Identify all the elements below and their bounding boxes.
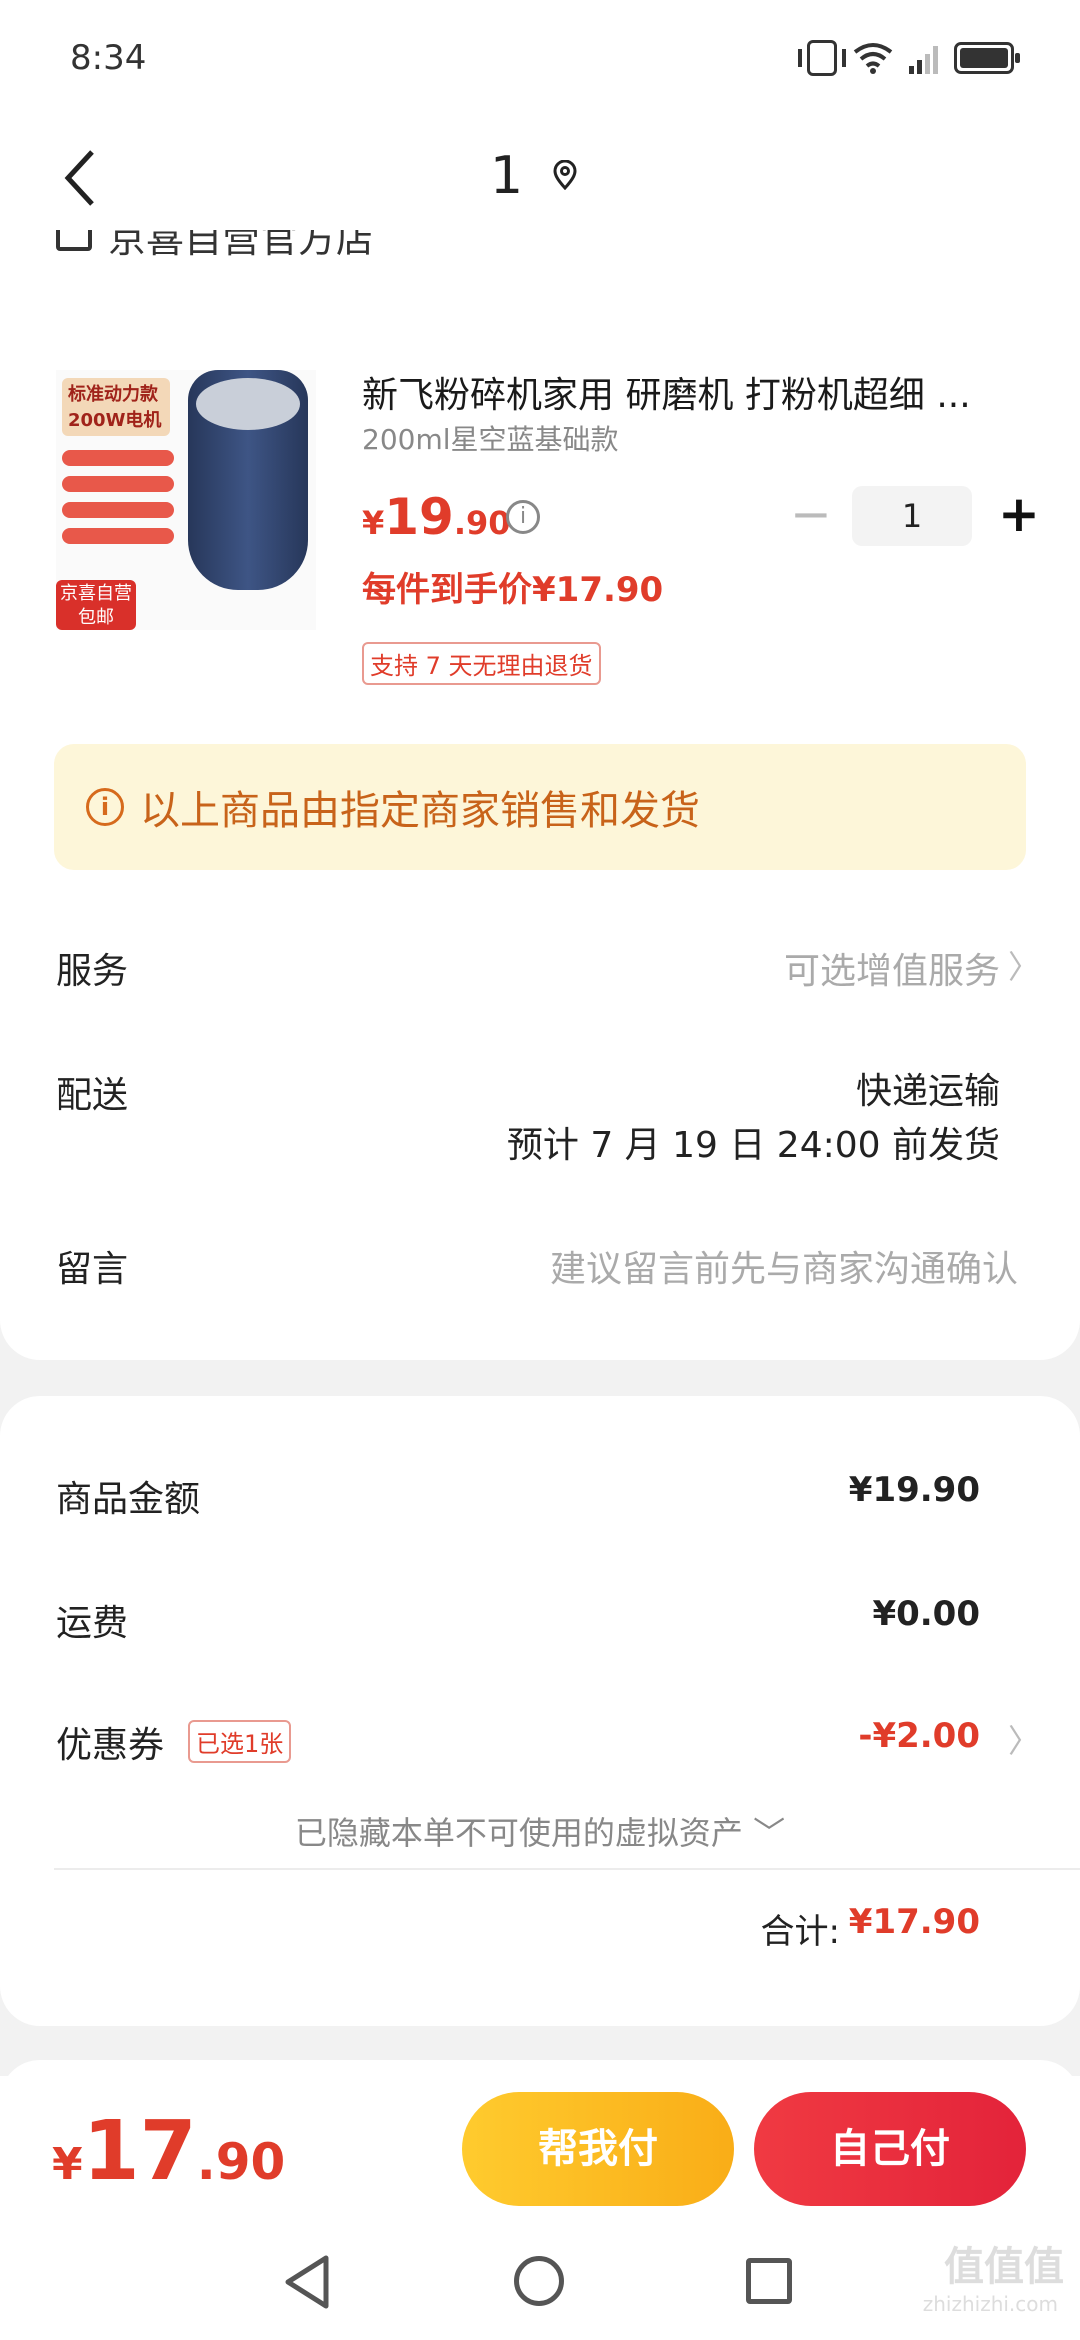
battery-icon xyxy=(954,42,1020,74)
hidden-assets-toggle[interactable]: 已隐藏本单不可使用的虚拟资产 ﹀ xyxy=(0,1808,1080,1854)
pay-bar: ¥17.90 帮我付 自己付 xyxy=(0,2076,1080,2224)
message-input[interactable]: 建议留言前先与商家沟通确认 xyxy=(550,1240,1018,1292)
grinder-picture xyxy=(188,370,308,590)
coupon-label: 优惠券 xyxy=(56,1725,165,1766)
top-nav: 1 xyxy=(0,120,1080,230)
chevron-right-icon[interactable]: 〉 xyxy=(1008,942,1040,988)
qty-minus-button[interactable]: − xyxy=(790,486,832,546)
order-card: 京喜自营官方店 标准动力款 200W电机 京喜自营 包邮 新飞粉碎机家用 研磨机… xyxy=(0,230,1080,1360)
product-spec[interactable]: 200ml星空蓝基础款 xyxy=(362,418,619,458)
delivery-eta[interactable]: 预计 7 月 19 日 24:00 前发货 xyxy=(507,1116,1000,1168)
quantity-stepper: − 1 + xyxy=(790,486,1040,546)
wifi-icon xyxy=(853,43,893,74)
price-summary-card: 商品金额 ¥19.90 运费 ¥0.00 优惠券 已选1张 -¥2.00 〉 已… xyxy=(0,1396,1080,2026)
back-icon[interactable] xyxy=(60,148,100,208)
net-price: 每件到手价¥17.90 xyxy=(362,570,664,610)
shipping-label: 运费 xyxy=(56,1603,129,1644)
message-label: 留言 xyxy=(56,1249,129,1290)
product-price: ¥19.90 xyxy=(362,488,511,546)
image-feature-list xyxy=(62,450,174,554)
nav-home-icon[interactable] xyxy=(514,2256,564,2306)
seller-notice: i 以上商品由指定商家销售和发货 xyxy=(54,744,1026,870)
qty-value[interactable]: 1 xyxy=(852,486,972,546)
nav-back-icon[interactable] xyxy=(282,2254,332,2310)
self-pay-button[interactable]: 自己付 xyxy=(754,2092,1026,2206)
total-value: ¥17.90 xyxy=(848,1902,980,1942)
shop-name: 京喜自营官方店 xyxy=(108,230,375,261)
coupon-selected-tag: 已选1张 xyxy=(188,1720,292,1763)
help-pay-button[interactable]: 帮我付 xyxy=(462,2092,734,2206)
status-icons xyxy=(798,40,1020,76)
vibrate-icon xyxy=(798,40,846,76)
total-label: 合计: xyxy=(760,1912,840,1952)
nav-recent-icon[interactable] xyxy=(746,2258,792,2304)
service-label: 服务 xyxy=(56,951,129,992)
product-title[interactable]: 新飞粉碎机家用 研磨机 打粉机超细 ... xyxy=(362,366,1012,418)
goods-amount-label: 商品金额 xyxy=(56,1479,201,1520)
delivery-method[interactable]: 快递运输 xyxy=(856,1062,1000,1114)
info-icon: i xyxy=(86,788,124,826)
signal-icon xyxy=(909,42,938,74)
image-tag: 京喜自营 包邮 xyxy=(56,580,136,630)
notice-text: 以上商品由指定商家销售和发货 xyxy=(140,788,700,834)
price-info-icon[interactable]: i xyxy=(506,500,540,534)
system-nav-bar: 值值值 zhizhizhi.com xyxy=(0,2224,1080,2340)
status-bar: 8:34 xyxy=(0,0,1080,120)
location-icon[interactable] xyxy=(552,160,578,190)
image-badge: 标准动力款 200W电机 xyxy=(62,378,170,436)
chevron-right-icon[interactable]: 〉 xyxy=(1008,1716,1040,1762)
status-time: 8:34 xyxy=(70,38,147,78)
return-policy-tag: 支持 7 天无理由退货 xyxy=(362,642,601,685)
product-image[interactable]: 标准动力款 200W电机 京喜自营 包邮 xyxy=(56,370,316,630)
divider xyxy=(54,1868,1080,1870)
service-value[interactable]: 可选增值服务 xyxy=(784,942,1000,994)
watermark-url: zhizhizhi.com xyxy=(922,2292,1058,2316)
delivery-label: 配送 xyxy=(56,1075,129,1116)
goods-amount-value: ¥19.90 xyxy=(848,1470,980,1510)
shipping-value: ¥0.00 xyxy=(872,1594,980,1634)
pay-total: ¥17.90 xyxy=(52,2104,286,2199)
qty-plus-button[interactable]: + xyxy=(998,486,1040,546)
page-title: 1 xyxy=(490,146,524,206)
shop-header[interactable]: 京喜自营官方店 xyxy=(56,230,374,263)
coupon-value[interactable]: -¥2.00 xyxy=(858,1716,980,1756)
shop-icon xyxy=(56,230,92,251)
watermark: 值值值 xyxy=(944,2244,1064,2290)
